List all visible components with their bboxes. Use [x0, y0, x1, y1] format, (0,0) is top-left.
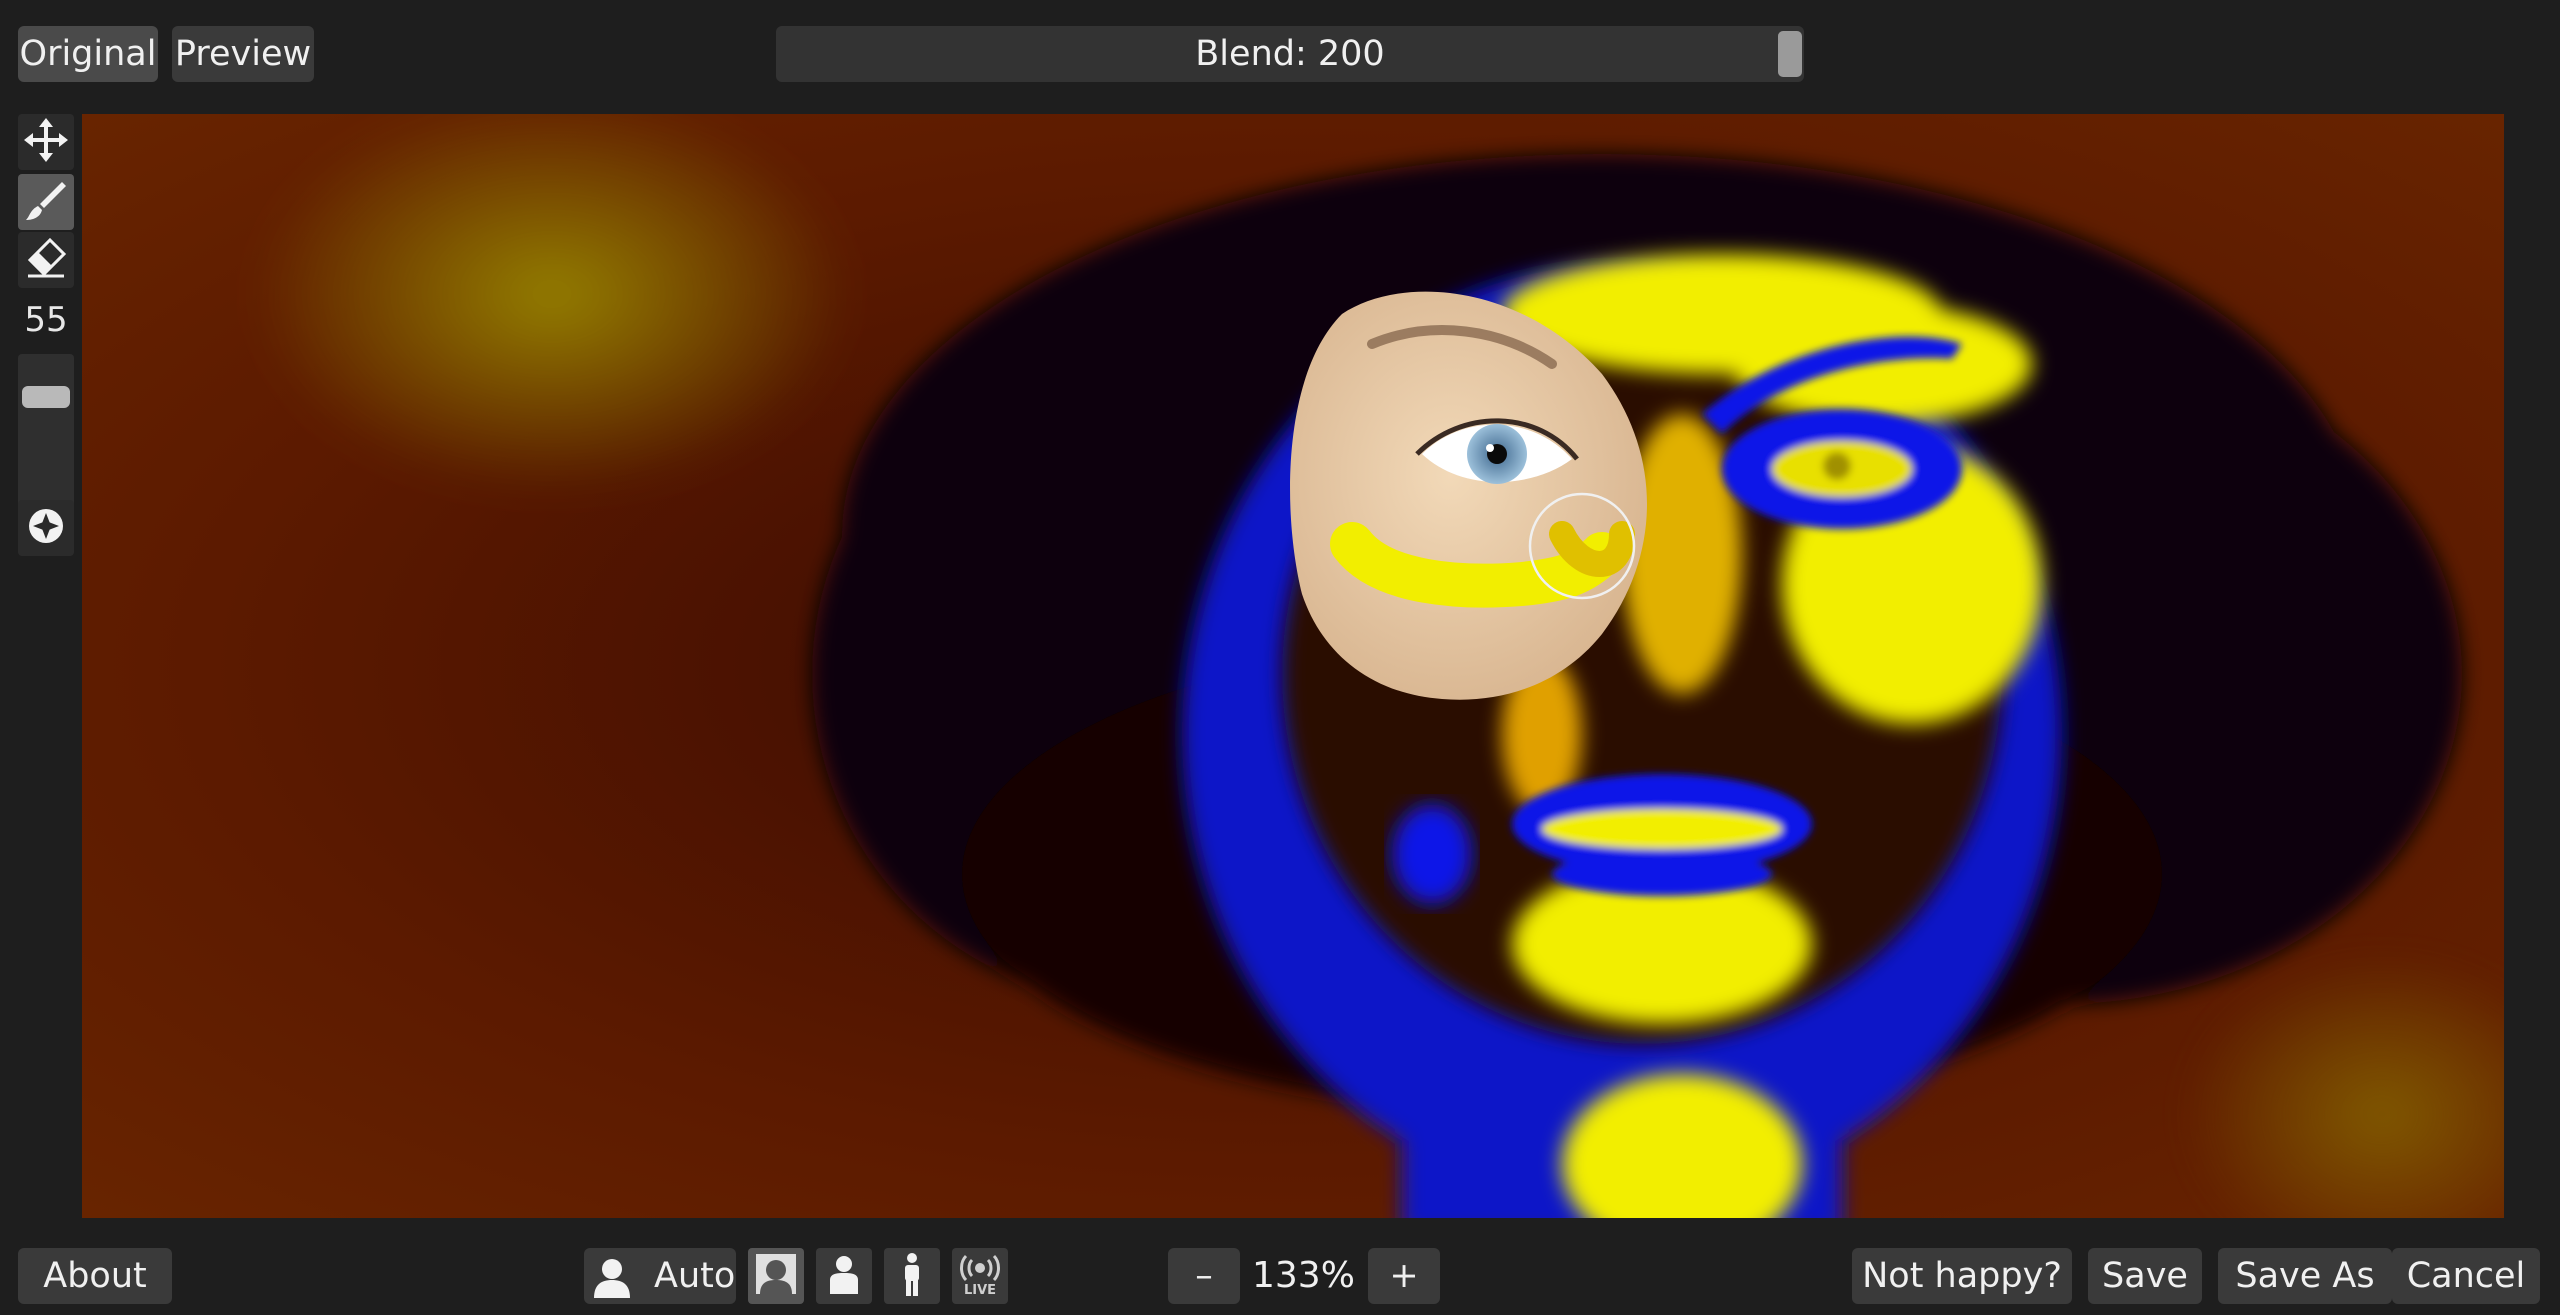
- navigator-icon: [26, 506, 66, 550]
- original-button[interactable]: Original: [18, 26, 158, 82]
- zoom-out-button[interactable]: –: [1168, 1248, 1240, 1304]
- image-canvas[interactable]: [82, 114, 2504, 1218]
- live-text: LIVE: [963, 1283, 997, 1298]
- brush-size-slider-thumb[interactable]: [22, 386, 70, 408]
- eraser-tool-button[interactable]: [18, 232, 74, 288]
- blend-slider-thumb[interactable]: [1778, 31, 1802, 77]
- live-mode-button[interactable]: LIVE: [952, 1248, 1008, 1304]
- navigator-button[interactable]: [18, 500, 74, 556]
- face-portrait-icon: [754, 1252, 798, 1300]
- auto-label: Auto: [654, 1256, 736, 1296]
- about-button[interactable]: About: [18, 1248, 172, 1304]
- preview-button[interactable]: Preview: [172, 26, 314, 82]
- zoom-level: 133%: [1252, 1255, 1355, 1296]
- zoom-in-button[interactable]: +: [1368, 1248, 1440, 1304]
- heatmap-image: [82, 114, 2504, 1218]
- cancel-button[interactable]: Cancel: [2392, 1248, 2540, 1304]
- move-tool-button[interactable]: [18, 114, 74, 170]
- eraser-icon: [24, 236, 68, 284]
- person-icon: [590, 1254, 634, 1302]
- brush-size-value: 55: [24, 300, 68, 340]
- save-as-button[interactable]: Save As: [2218, 1248, 2392, 1304]
- brush-icon: [24, 178, 68, 226]
- upper-body-icon: [824, 1254, 864, 1298]
- move-icon: [24, 118, 68, 166]
- blend-slider[interactable]: Blend: 200: [776, 26, 1804, 82]
- face-mode-button[interactable]: [748, 1248, 804, 1304]
- full-body-mode-button[interactable]: [884, 1248, 940, 1304]
- blend-label: Blend: 200: [1195, 34, 1385, 74]
- upper-body-mode-button[interactable]: [816, 1248, 872, 1304]
- save-button[interactable]: Save: [2088, 1248, 2202, 1304]
- brush-tool-button[interactable]: [18, 174, 74, 230]
- not-happy-button[interactable]: Not happy?: [1852, 1248, 2072, 1304]
- full-body-icon: [892, 1252, 932, 1300]
- live-icon: LIVE: [957, 1254, 1003, 1298]
